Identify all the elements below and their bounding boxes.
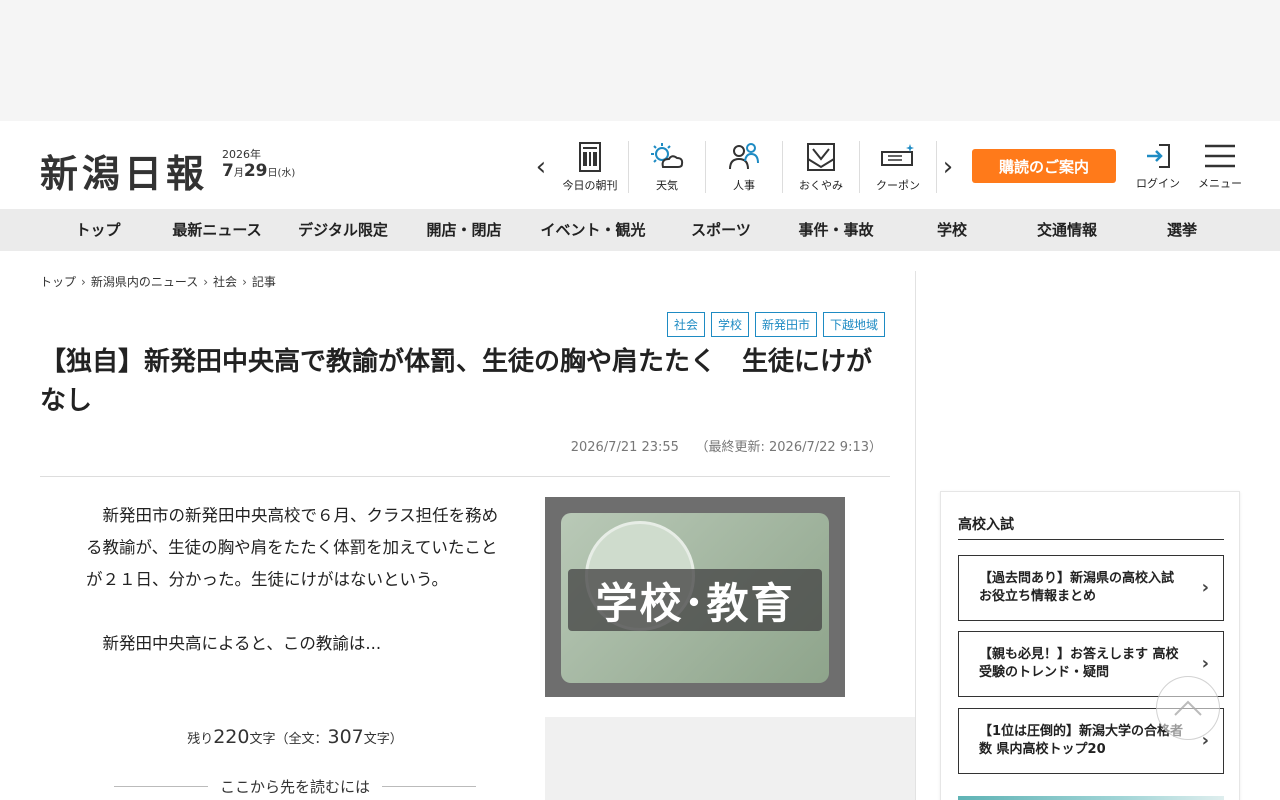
site-header: 新潟日報 2026年 7月29日(水) ‹ 今日の朝刊 天気 人事 おくやみ ク… <box>0 121 1280 209</box>
total-count: 307 <box>327 726 364 748</box>
nav-item-incidents[interactable]: 事件・事故 <box>798 209 873 251</box>
date-day: 29 <box>243 161 268 181</box>
login-icon <box>1147 144 1170 168</box>
chevron-up-icon <box>1174 700 1202 716</box>
nav-item-top[interactable]: トップ <box>75 209 120 251</box>
site-logo[interactable]: 新潟日報 <box>40 143 208 198</box>
login-label: ログイン <box>1136 177 1180 190</box>
date-year: 2026年 <box>222 148 261 161</box>
breadcrumb-item[interactable]: 新潟県内のニュース <box>91 273 198 290</box>
title-divider <box>40 476 890 477</box>
sidebar-high-school-exam: 高校入試 【過去問あり】新潟県の高校入試 お役立ち情報まとめ › 【親も必見！】… <box>940 491 1240 800</box>
photo-caption: 学校･教育 <box>568 569 822 631</box>
quick-link-personnel[interactable]: 人事 <box>706 141 783 193</box>
date-day-unit: 日 <box>267 168 278 179</box>
sidebar-link[interactable]: 【過去問あり】新潟県の高校入試 お役立ち情報まとめ › <box>958 555 1224 621</box>
tag-shibata-city[interactable]: 新発田市 <box>754 312 817 337</box>
chevron-right-icon: › <box>203 274 209 289</box>
remaining-characters: 残り220文字（全文：307文字） <box>86 726 504 748</box>
condolence-icon <box>807 143 835 171</box>
quick-link-weather[interactable]: 天気 <box>629 141 706 193</box>
read-more-text: ここから先を読むには <box>220 778 371 796</box>
updated-time: （最終更新: 2026/7/22 9:13） <box>695 440 883 455</box>
breadcrumb-current: 記事 <box>251 275 276 289</box>
published-time: 2026/7/21 23:55 <box>570 440 679 455</box>
quick-link-label: クーポン <box>876 179 920 192</box>
tag-society[interactable]: 社会 <box>666 312 705 337</box>
article-title: 【独自】新発田中央高で教諭が体罰、生徒の胸や肩たたく 生徒にけがなし <box>40 347 873 416</box>
nav-item-latest-news[interactable]: 最新ニュース <box>172 209 261 251</box>
remaining-prefix: 残り <box>187 732 214 747</box>
quick-link-label: 人事 <box>733 179 755 192</box>
divider-line <box>382 786 477 787</box>
quick-link-label: おくやみ <box>799 179 843 192</box>
remaining-mid: 文字（全文： <box>249 732 328 747</box>
nav-item-schools[interactable]: 学校 <box>937 209 967 251</box>
coupon-icon <box>881 144 914 166</box>
menu-button[interactable]: メニュー <box>1196 143 1244 191</box>
chevron-right-icon: › <box>242 274 247 289</box>
category-nav: トップ 最新ニュース デジタル限定 開店・閉店 イベント・観光 スポーツ 事件・… <box>0 209 1280 251</box>
chevron-right-icon: › <box>1201 653 1209 674</box>
chevron-right-icon: › <box>1201 577 1209 598</box>
ad-placeholder <box>545 717 915 800</box>
article-tags: 社会 学校 新発田市 下越地域 <box>666 312 885 337</box>
read-more-divider: ここから先を読むには <box>114 776 477 797</box>
article-timestamp: 2026/7/21 23:55 （最終更新: 2026/7/22 9:13） <box>40 436 882 455</box>
people-icon <box>729 143 759 170</box>
sidebar-link-text: 【1位は圧倒的】新潟大学の合格者数 県内高校トップ20 <box>979 724 1184 757</box>
quick-link-morning-paper[interactable]: 今日の朝刊 <box>552 141 629 193</box>
nav-item-digital-exclusive[interactable]: デジタル限定 <box>298 209 388 251</box>
date-month-unit: 月 <box>233 168 244 179</box>
sidebar-heading-rule <box>958 539 1224 540</box>
header-date: 2026年 7月29日(水) <box>222 149 295 180</box>
quick-links-next-button[interactable]: › <box>937 141 959 193</box>
weather-icon <box>651 143 684 168</box>
date-month: 7 <box>222 161 234 181</box>
breadcrumb-item[interactable]: トップ <box>40 273 76 290</box>
sidebar-teaser-image[interactable] <box>958 796 1224 800</box>
newspaper-icon <box>579 142 601 172</box>
breadcrumb: トップ › 新潟県内のニュース › 社会 › 記事 <box>40 273 276 290</box>
login-button[interactable]: ログイン <box>1132 143 1184 191</box>
tag-kaetsu-region[interactable]: 下越地域 <box>822 312 885 337</box>
nav-item-openings-closings[interactable]: 開店・閉店 <box>426 209 501 251</box>
nav-item-elections[interactable]: 選挙 <box>1167 209 1197 251</box>
quick-link-coupon[interactable]: クーポン <box>860 141 937 193</box>
sidebar-link-text: 【親も必見！】お答えします 高校受験のトレンド・疑問 <box>979 647 1179 680</box>
breadcrumb-item[interactable]: 社会 <box>213 273 237 290</box>
sidebar-heading: 高校入試 <box>958 517 1014 533</box>
hamburger-menu-icon <box>1205 144 1235 168</box>
remaining-suffix: 文字） <box>363 732 403 747</box>
nav-item-traffic[interactable]: 交通情報 <box>1037 209 1097 251</box>
sidebar-link-text: 【過去問あり】新潟県の高校入試 お役立ち情報まとめ <box>979 571 1175 604</box>
quick-link-condolences[interactable]: おくやみ <box>783 141 860 193</box>
quick-links-prev-button[interactable]: ‹ <box>530 141 552 193</box>
scroll-to-top-button[interactable] <box>1156 676 1220 740</box>
quick-link-label: 今日の朝刊 <box>562 179 618 192</box>
divider-line <box>114 786 208 787</box>
ad-banner-area <box>0 0 1280 121</box>
remaining-count: 220 <box>213 726 250 748</box>
article-body: 新発田市の新発田中央高校で６月、クラス担任を務める教諭が、生徒の胸や肩をたたく体… <box>86 500 506 692</box>
nav-item-sports[interactable]: スポーツ <box>691 209 751 251</box>
subscribe-button[interactable]: 購読のご案内 <box>972 149 1116 183</box>
menu-label: メニュー <box>1198 177 1242 190</box>
tag-school[interactable]: 学校 <box>710 312 749 337</box>
article-paragraph: 新発田市の新発田中央高校で６月、クラス担任を務める教諭が、生徒の胸や肩をたたく体… <box>86 506 499 589</box>
chevron-right-icon: › <box>81 274 86 289</box>
quick-links: ‹ 今日の朝刊 天気 人事 おくやみ クーポン › <box>530 141 959 193</box>
quick-link-label: 天気 <box>656 179 678 192</box>
nav-item-events-tourism[interactable]: イベント・観光 <box>540 209 645 251</box>
date-weekday: (水) <box>277 168 296 179</box>
article-paragraph: 新発田中央高によると、この教諭は... <box>102 634 382 653</box>
article-photo[interactable]: 学校･教育 <box>545 497 845 697</box>
column-divider <box>915 271 916 800</box>
